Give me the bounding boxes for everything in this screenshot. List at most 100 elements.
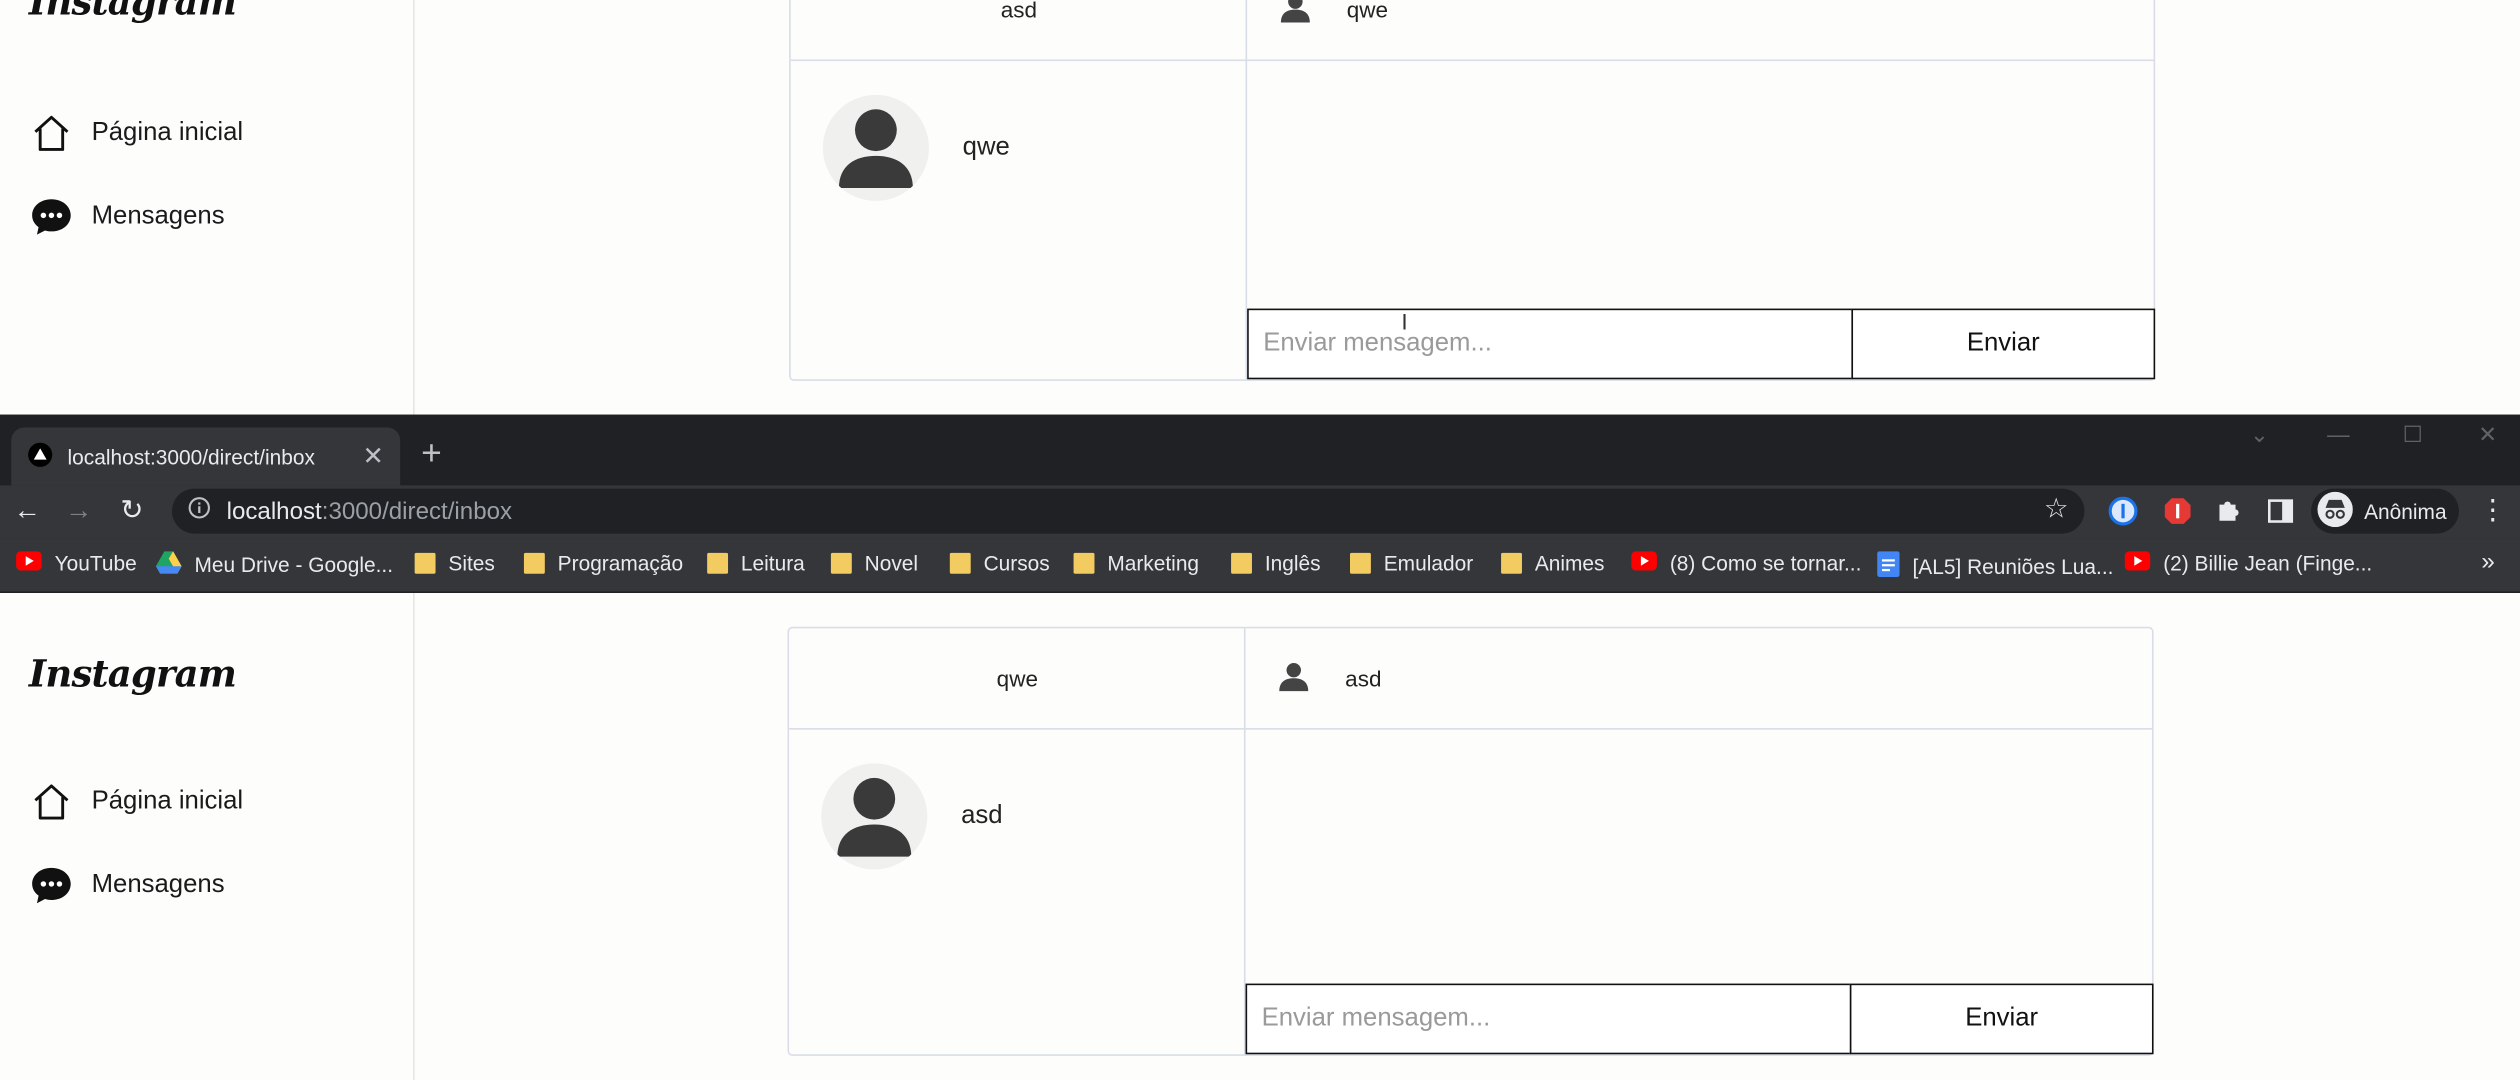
minimize-icon[interactable]: — <box>2327 421 2350 447</box>
bookmark-label: Inglês <box>1264 551 1321 576</box>
bookmark-google-docs[interactable]: [AL5] Reuniões Lua... <box>1877 551 2113 582</box>
nav-messages[interactable]: Mensagens <box>31 865 225 907</box>
bottom-app-pane: Instagram Página inicial Mensagens qwe a… <box>0 593 2520 1080</box>
side-panel-icon[interactable] <box>2263 493 2298 528</box>
conversation-name: qwe <box>962 133 1010 161</box>
nav-messages-label: Mensagens <box>91 871 225 899</box>
profile-button[interactable]: Anônima <box>2311 488 2459 534</box>
bookmark-folder-animes[interactable]: Animes <box>1501 551 1605 576</box>
sidebar: Instagram Página inicial Mensagens <box>0 0 415 415</box>
youtube-icon <box>16 551 42 575</box>
bookmark-folder-novel[interactable]: Novel <box>830 551 918 575</box>
send-button[interactable]: Enviar <box>1851 308 2156 380</box>
avatar <box>822 94 929 201</box>
reload-icon[interactable]: ↻ <box>114 493 149 528</box>
bookmark-label: Marketing <box>1107 551 1200 576</box>
bookmark-youtube-video-1[interactable]: (8) Como se tornar... <box>1631 551 1861 575</box>
nav-home-label: Página inicial <box>91 118 244 147</box>
bookmark-youtube[interactable]: YouTube <box>16 551 137 575</box>
nav-messages[interactable]: Mensagens <box>31 196 225 238</box>
bookmark-youtube-video-2[interactable]: (2) Billie Jean (Finge... <box>2124 551 2373 576</box>
bookmark-label: Sites <box>448 551 495 576</box>
bookmark-folder-sites[interactable]: Sites <box>414 551 495 576</box>
url-path: :3000/direct/inbox <box>321 497 513 525</box>
conversation-item[interactable]: qwe <box>822 94 1010 201</box>
folder-icon <box>1073 552 1095 574</box>
nav-home[interactable]: Página inicial <box>31 113 244 155</box>
tab-strip: localhost:3000/direct/inbox ✕ + ⌄ — ☐ ✕ <box>0 414 2520 486</box>
tab-search-icon[interactable]: ⌄ <box>2250 421 2269 448</box>
instagram-logo[interactable]: Instagram <box>29 0 237 24</box>
chat-header-name: qwe <box>1346 0 1389 23</box>
user-icon <box>1278 660 1310 697</box>
bookmark-folder-leitura[interactable]: Leitura <box>707 551 805 575</box>
nav-home-label: Página inicial <box>91 787 244 815</box>
nav-home[interactable]: Página inicial <box>31 781 244 823</box>
folder-icon <box>707 552 729 574</box>
home-icon <box>31 113 73 155</box>
folder-icon <box>830 552 852 574</box>
google-docs-icon <box>1877 551 1900 582</box>
chat-header: qwe <box>1247 0 2154 62</box>
info-icon[interactable] <box>188 497 211 526</box>
youtube-icon <box>2124 551 2151 575</box>
home-icon <box>31 781 73 823</box>
folder-icon <box>1501 552 1522 574</box>
bookmark-folder-cursos[interactable]: Cursos <box>949 551 1050 576</box>
chat-bubble-icon <box>31 196 73 238</box>
message-input[interactable] <box>1247 308 1854 380</box>
close-window-icon[interactable]: ✕ <box>2478 421 2497 448</box>
direct-panel: asd qwe qwe Enviar I <box>789 0 2156 381</box>
bookmark-folder-programacao[interactable]: Programação <box>523 551 684 576</box>
forward-icon[interactable]: → <box>61 493 96 528</box>
folder-icon <box>1231 552 1252 574</box>
chat-header: asd <box>1245 628 2152 730</box>
bookmark-label: Leitura <box>740 551 805 576</box>
bookmark-folder-emulador[interactable]: Emulador <box>1350 551 1473 575</box>
browser-chrome: localhost:3000/direct/inbox ✕ + ⌄ — ☐ ✕ … <box>0 414 2520 594</box>
bookmark-label: Programação <box>557 551 684 576</box>
new-tab-icon[interactable]: + <box>421 432 442 474</box>
bookmark-google-drive[interactable]: Meu Drive - Google... <box>155 551 394 578</box>
bookmark-star-icon[interactable]: ☆ <box>2044 493 2069 525</box>
menu-kebab-icon[interactable]: ⋮ <box>2475 493 2510 528</box>
chat-bubble-icon <box>31 865 73 907</box>
direct-panel: qwe asd asd Enviar <box>787 626 2154 1056</box>
bookmarks-bar: YouTube Meu Drive - Google... Sites Prog… <box>0 538 2520 594</box>
message-input[interactable] <box>1245 983 1852 1055</box>
bookmark-label: Meu Drive - Google... <box>194 552 394 577</box>
password-manager-icon[interactable] <box>2105 493 2140 528</box>
instagram-logo[interactable]: Instagram <box>29 653 237 696</box>
bookmark-label: YouTube <box>54 551 137 576</box>
url-host: localhost <box>226 497 322 525</box>
adblock-extension-icon[interactable] <box>2160 493 2195 528</box>
folder-icon <box>414 552 436 574</box>
extensions-puzzle-icon[interactable] <box>2211 493 2246 528</box>
bookmark-label: Cursos <box>983 551 1050 576</box>
address-bar[interactable]: localhost:3000/direct/inbox ☆ <box>171 488 2085 534</box>
current-user-header: asd <box>790 0 1248 62</box>
text-cursor-icon: I <box>1401 308 1408 335</box>
tab-title: localhost:3000/direct/inbox <box>67 444 315 469</box>
bookmark-label: Animes <box>1534 551 1605 576</box>
incognito-icon <box>2317 490 2353 531</box>
bookmark-folder-marketing[interactable]: Marketing <box>1073 551 1200 576</box>
nav-messages-label: Mensagens <box>91 202 225 230</box>
bookmark-label: Emulador <box>1383 551 1474 576</box>
maximize-icon[interactable]: ☐ <box>2403 421 2423 448</box>
bookmark-label: (8) Como se tornar... <box>1669 551 1862 576</box>
conversation-item[interactable]: asd <box>821 763 1003 870</box>
send-button[interactable]: Enviar <box>1849 983 2154 1055</box>
folder-icon <box>1350 552 1371 574</box>
bookmark-label: (2) Billie Jean (Finge... <box>2163 551 2373 576</box>
bookmark-label: [AL5] Reuniões Lua... <box>1912 554 2114 579</box>
browser-tab[interactable]: localhost:3000/direct/inbox ✕ <box>11 427 401 486</box>
google-drive-icon <box>155 551 182 578</box>
bookmark-folder-ingles[interactable]: Inglês <box>1231 551 1321 575</box>
youtube-icon <box>1631 551 1657 575</box>
profile-label: Anônima <box>2364 499 2447 524</box>
back-icon[interactable]: ← <box>10 493 45 528</box>
close-tab-icon[interactable]: ✕ <box>363 440 385 472</box>
top-app-pane: Instagram Página inicial Mensagens asd q… <box>0 0 2520 415</box>
bookmarks-overflow-icon[interactable]: » <box>2481 548 2494 575</box>
